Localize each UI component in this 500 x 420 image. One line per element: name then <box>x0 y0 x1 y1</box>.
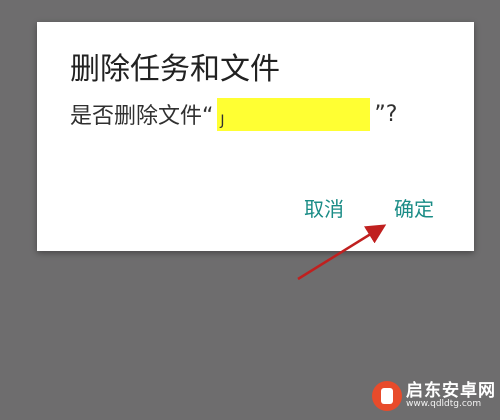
watermark-name: 启东安卓网 <box>406 380 496 401</box>
filename-highlight: J <box>217 97 371 131</box>
watermark-url: www.qdldtg.com <box>406 399 482 410</box>
dialog-message: 是否删除文件“ J ”? <box>70 94 397 134</box>
message-prefix: 是否删除文件“ <box>70 104 214 129</box>
message-suffix: ”? <box>374 101 398 127</box>
screen-overlay[interactable]: 删除任务和文件 是否删除文件“ J ”? 取消 确定 启东安卓网 www.qdl… <box>0 0 500 420</box>
cancel-button[interactable]: 取消 <box>304 194 344 224</box>
watermark-logo-icon <box>372 381 402 411</box>
delete-dialog: 删除任务和文件 是否删除文件“ J ”? 取消 确定 <box>37 22 474 251</box>
confirm-button[interactable]: 确定 <box>394 194 434 224</box>
filename-text: J <box>220 112 225 129</box>
watermark: 启东安卓网 www.qdldtg.com <box>372 376 496 416</box>
watermark-text: 启东安卓网 www.qdldtg.com <box>406 382 496 411</box>
dialog-title: 删除任务和文件 <box>70 52 280 87</box>
